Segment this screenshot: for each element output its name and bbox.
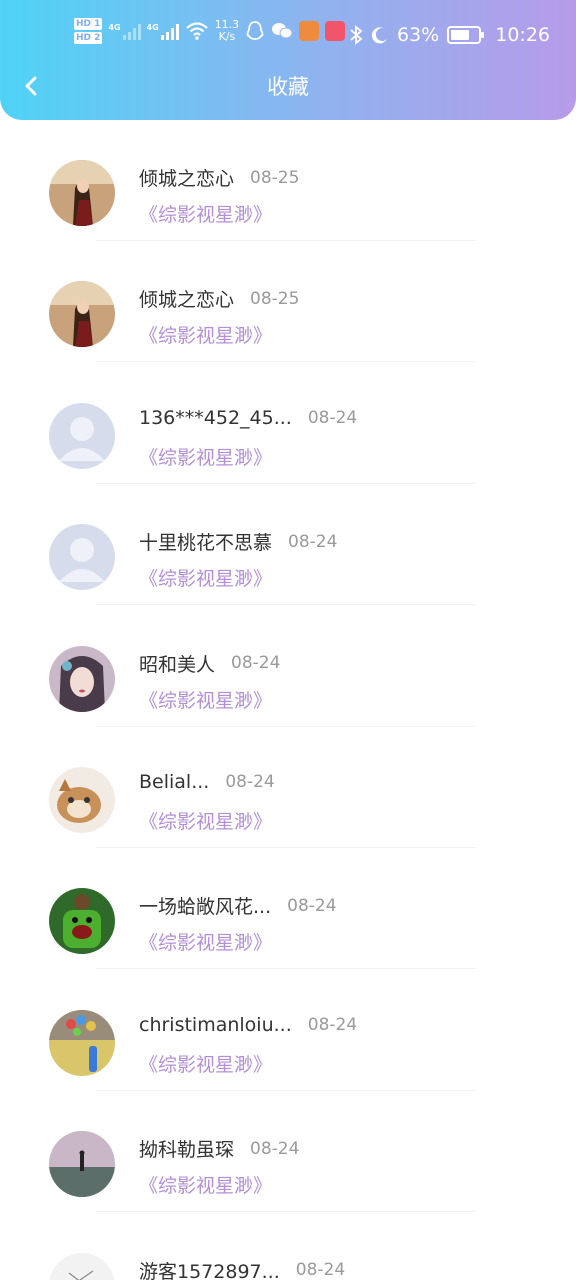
- avatar[interactable]: [49, 402, 115, 469]
- book-title[interactable]: 《综影视星渺》: [139, 564, 272, 591]
- reader-app-icon: [325, 21, 346, 41]
- favorite-header: 倾城之恋心 08-25: [139, 164, 299, 191]
- speed-unit: K/s: [218, 30, 236, 43]
- clock: 10:26: [495, 24, 550, 46]
- status-left: HD 1 HD 2 4G 4G 11.3 K/s: [74, 18, 346, 44]
- avatar[interactable]: [49, 281, 115, 348]
- favorite-date: 08-24: [288, 531, 338, 552]
- favorite-header: 一场蛤敞风花... 08-24: [139, 892, 337, 919]
- navigation-bar: 收藏: [0, 62, 576, 112]
- book-title[interactable]: 《综影视星渺》: [139, 200, 272, 227]
- network-1-label: 4G: [108, 23, 121, 32]
- sim-indicators: HD 1 HD 2: [74, 18, 103, 44]
- book-title[interactable]: 《综影视星渺》: [139, 686, 272, 713]
- favorite-item[interactable]: 十里桃花不思慕 08-24 《综影视星渺》: [0, 484, 576, 606]
- sim2-badge: HD 2: [74, 32, 103, 44]
- wifi-icon: [185, 22, 208, 40]
- favorite-item[interactable]: 一场蛤敞风花... 08-24 《综影视星渺》: [0, 848, 576, 970]
- user-name: 十里桃花不思慕: [139, 532, 273, 555]
- user-name: 拗科勒虽琛: [139, 1139, 235, 1162]
- favorite-header: 倾城之恋心 08-25: [139, 285, 299, 312]
- favorite-date: 08-24: [225, 771, 275, 792]
- favorite-date: 08-24: [231, 653, 281, 674]
- favorite-header: christimanloiu... 08-24: [139, 1014, 357, 1036]
- user-name: 昭和美人: [139, 653, 216, 676]
- favorite-item[interactable]: Belial... 08-24 《综影视星渺》: [0, 727, 576, 848]
- book-title[interactable]: 《综影视星渺》: [139, 1050, 272, 1077]
- battery-percent: 63%: [397, 24, 440, 46]
- avatar[interactable]: [49, 645, 115, 712]
- user-name: 136***452_45...: [139, 406, 292, 429]
- bluetooth-icon: [350, 25, 363, 45]
- avatar[interactable]: [49, 1131, 115, 1198]
- header-bar: HD 1 HD 2 4G 4G 11.3 K/s 63% 10:26 收藏: [0, 0, 576, 120]
- network-speed: 11.3 K/s: [215, 19, 240, 43]
- avatar[interactable]: [49, 1252, 115, 1280]
- favorite-header: 昭和美人 08-24: [139, 650, 280, 677]
- favorite-header: 游客1572897... 08-24: [139, 1257, 345, 1280]
- signal-2: 4G: [147, 22, 179, 40]
- favorite-item[interactable]: 136***452_45... 08-24 《综影视星渺》: [0, 363, 576, 484]
- favorite-header: 十里桃花不思慕 08-24: [139, 528, 337, 555]
- user-name: christimanloiu...: [139, 1013, 292, 1036]
- favorite-item[interactable]: 倾城之恋心 08-25 《综影视星渺》: [0, 241, 576, 363]
- status-bar: HD 1 HD 2 4G 4G 11.3 K/s 63% 10:26: [0, 0, 576, 70]
- book-title[interactable]: 《综影视星渺》: [139, 1171, 272, 1198]
- book-title[interactable]: 《综影视星渺》: [139, 928, 272, 955]
- user-name: 一场蛤敞风花...: [139, 896, 272, 919]
- signal-bars-2-icon: [160, 22, 179, 40]
- favorite-date: 08-25: [250, 288, 300, 309]
- favorite-item[interactable]: christimanloiu... 08-24 《综影视星渺》: [0, 970, 576, 1091]
- user-name: 游客1572897...: [139, 1260, 280, 1280]
- book-title[interactable]: 《综影视星渺》: [139, 807, 272, 834]
- user-name: 倾城之恋心: [139, 168, 235, 190]
- favorites-list: 倾城之恋心 08-25 《综影视星渺》 倾城之恋心 08-25 《综影视星渺》 136***…: [0, 120, 576, 1280]
- qq-icon: [246, 21, 264, 40]
- status-right: 63% 10:26: [349, 24, 550, 46]
- signal-1: 4G: [108, 22, 141, 40]
- book-title[interactable]: 《综影视星渺》: [139, 443, 272, 470]
- video-app-icon: [299, 21, 320, 41]
- avatar[interactable]: [49, 524, 115, 591]
- favorite-header: 拗科勒虽琛 08-24: [139, 1135, 299, 1162]
- favorite-header: 136***452_45... 08-24: [139, 407, 357, 429]
- signal-bars-1-icon: [122, 22, 141, 40]
- battery-icon: [447, 26, 485, 44]
- avatar[interactable]: [49, 160, 115, 226]
- favorite-date: 08-25: [250, 167, 300, 188]
- favorite-item[interactable]: 昭和美人 08-24 《综影视星渺》: [0, 606, 576, 727]
- favorite-item[interactable]: 倾城之恋心 08-25 《综影视星渺》: [0, 120, 576, 241]
- wechat-icon: [272, 23, 293, 39]
- avatar[interactable]: [49, 1009, 115, 1076]
- favorite-date: 08-24: [287, 895, 337, 916]
- moon-icon: [371, 27, 387, 44]
- user-name: Belial...: [139, 770, 210, 793]
- network-2-label: 4G: [146, 23, 159, 32]
- user-name: 倾城之恋心: [139, 289, 235, 312]
- favorite-header: Belial... 08-24: [139, 771, 275, 793]
- avatar[interactable]: [49, 766, 115, 833]
- favorite-date: 08-24: [250, 1138, 300, 1159]
- page-title: 收藏: [267, 75, 309, 99]
- book-title[interactable]: 《综影视星渺》: [139, 321, 272, 348]
- favorite-date: 08-24: [307, 1014, 358, 1035]
- favorite-date: 08-24: [295, 1260, 346, 1280]
- sim1-badge: HD 1: [74, 18, 103, 30]
- favorite-date: 08-24: [307, 407, 358, 428]
- favorite-item[interactable]: 拗科勒虽琛 08-24 《综影视星渺》: [0, 1091, 576, 1213]
- favorite-item[interactable]: 游客1572897... 08-24: [0, 1213, 576, 1280]
- avatar[interactable]: [49, 888, 115, 955]
